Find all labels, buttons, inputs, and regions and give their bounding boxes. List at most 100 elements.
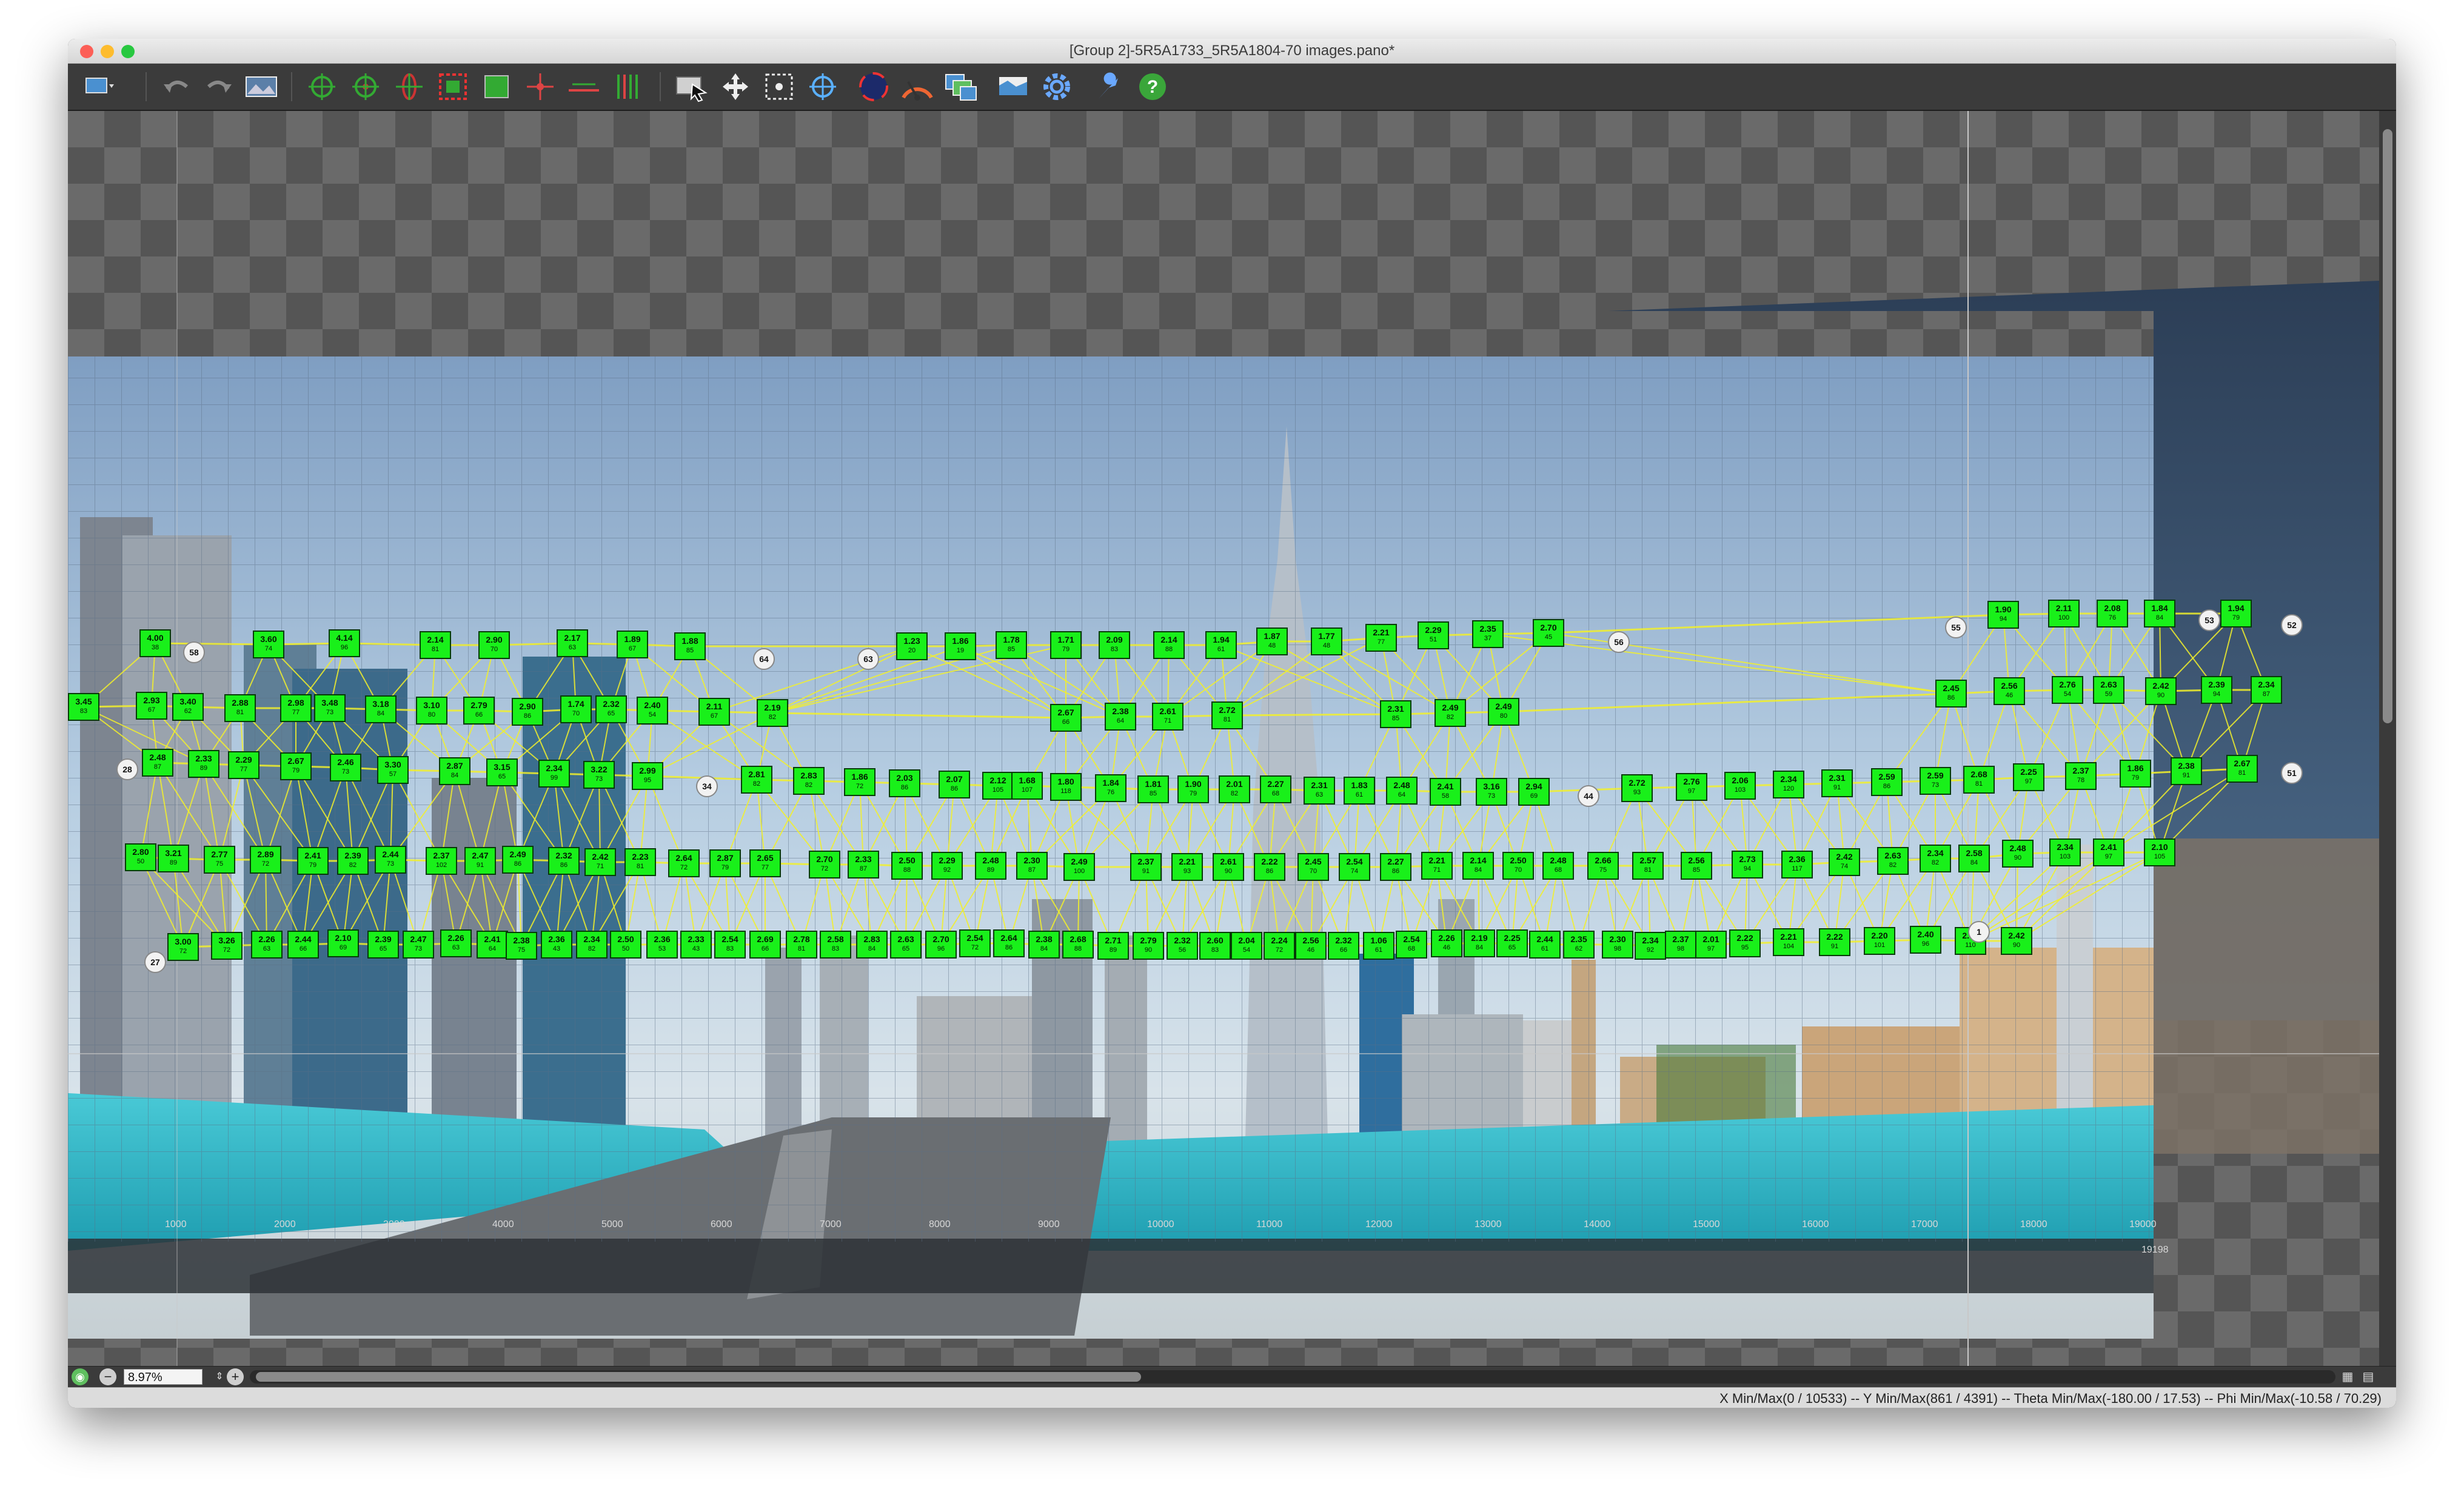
control-point[interactable]: 2.54 72	[959, 929, 991, 957]
vertical-lines-icon[interactable]	[610, 71, 645, 102]
control-point[interactable]: 2.27 68	[1260, 775, 1291, 803]
control-point[interactable]: 2.48 64	[1386, 777, 1418, 805]
control-point[interactable]: 2.32 65	[595, 695, 627, 723]
control-point[interactable]: 2.32 56	[1167, 932, 1198, 960]
control-point[interactable]: 2.73 94	[1732, 851, 1763, 878]
control-point[interactable]: 2.22 86	[1254, 853, 1285, 881]
control-point[interactable]: 1.89 67	[617, 631, 648, 658]
control-point[interactable]: 2.12 105	[982, 772, 1014, 800]
control-point[interactable]: 2.57 81	[1632, 852, 1664, 880]
image-anchor[interactable]: 44	[1578, 785, 1599, 807]
control-point[interactable]: 2.72 93	[1621, 774, 1653, 802]
control-point[interactable]: 1.81 85	[1137, 775, 1169, 803]
control-point[interactable]: 2.07 86	[939, 771, 970, 798]
control-point[interactable]: 2.33 87	[848, 851, 879, 878]
control-point[interactable]: 2.22 95	[1729, 929, 1761, 957]
control-point[interactable]: 2.65 77	[749, 849, 781, 877]
cp-select-icon[interactable]	[435, 71, 470, 102]
control-point[interactable]: 2.70 96	[925, 931, 957, 959]
control-point[interactable]: 1.71 79	[1050, 631, 1082, 659]
control-point[interactable]: 2.87 84	[439, 757, 470, 785]
control-point[interactable]: 2.37 98	[1665, 931, 1696, 959]
control-point[interactable]: 2.67 66	[1050, 704, 1082, 732]
control-point[interactable]: 2.34 92	[1635, 932, 1666, 960]
control-point[interactable]: 2.32 66	[1328, 932, 1359, 960]
control-point[interactable]: 2.39 82	[337, 847, 369, 875]
control-point[interactable]: 2.09 83	[1099, 631, 1130, 659]
control-point[interactable]: 2.67 79	[280, 752, 312, 780]
control-point[interactable]: 3.40 62	[172, 693, 204, 721]
control-point[interactable]: 1.74 70	[560, 695, 592, 723]
control-point[interactable]: 2.38 75	[506, 932, 537, 960]
control-point[interactable]: 2.90 70	[478, 631, 510, 659]
preview-icon[interactable]	[244, 71, 279, 102]
control-point[interactable]: 2.47 91	[464, 847, 496, 875]
control-point[interactable]: 1.90 79	[1177, 775, 1209, 803]
cp-rotate-icon[interactable]	[392, 71, 427, 102]
control-point[interactable]: 1.86 19	[945, 632, 976, 660]
control-point[interactable]: 2.47 73	[403, 931, 434, 959]
control-point[interactable]: 2.36 43	[541, 931, 572, 959]
control-point[interactable]: 2.46 73	[330, 754, 361, 781]
control-point[interactable]: 2.68 88	[1062, 931, 1094, 959]
control-point[interactable]: 1.06 61	[1363, 932, 1394, 960]
control-point[interactable]: 3.00 72	[167, 933, 199, 961]
control-point[interactable]: 2.01 82	[1219, 775, 1250, 803]
redo-icon[interactable]	[201, 71, 236, 102]
control-point[interactable]: 2.70 45	[1533, 619, 1564, 647]
cp-add-icon[interactable]	[304, 71, 340, 102]
control-point[interactable]: 2.11 67	[698, 698, 730, 726]
control-point[interactable]: 2.64 72	[668, 849, 700, 877]
control-point[interactable]: 2.29 92	[931, 852, 963, 880]
control-point[interactable]: 2.68 81	[1963, 766, 1995, 794]
control-point[interactable]: 2.67 81	[2226, 755, 2258, 783]
control-point[interactable]: 2.34 82	[1920, 845, 1951, 872]
list-view-icon[interactable]: ▤	[2360, 1368, 2377, 1385]
control-point[interactable]: 3.60 74	[253, 631, 284, 658]
control-point[interactable]: 2.79 66	[463, 697, 495, 725]
image-anchor[interactable]: 63	[857, 648, 879, 670]
control-point[interactable]: 2.93 67	[136, 692, 167, 720]
control-point[interactable]: 3.48 73	[314, 694, 346, 722]
control-point[interactable]: 2.42 90	[2001, 927, 2032, 955]
control-point[interactable]: 2.58 84	[1958, 845, 1990, 872]
wrench-icon[interactable]	[1091, 71, 1127, 102]
zoom-field[interactable]: 8.97%	[124, 1369, 203, 1385]
zoom-in-button[interactable]: +	[227, 1368, 244, 1385]
control-point[interactable]: 2.35 62	[1563, 931, 1595, 959]
control-point[interactable]: 2.29 51	[1418, 621, 1449, 649]
control-point[interactable]: 2.19 84	[1464, 929, 1495, 957]
panorama-viewport[interactable]: 1000 2000 3000 4000 5000 6000 7000 8000 9000 1000…	[68, 111, 2379, 1366]
control-point[interactable]: 2.50 70	[1502, 852, 1534, 880]
control-point[interactable]: 2.41 64	[477, 931, 508, 959]
control-point[interactable]: 1.87 48	[1256, 628, 1288, 655]
control-point[interactable]: 2.26 63	[251, 931, 283, 959]
control-point[interactable]: 4.00 38	[139, 629, 171, 657]
display-menu-icon[interactable]	[82, 71, 118, 102]
image-anchor[interactable]: 64	[753, 648, 775, 670]
control-point[interactable]: 2.45 70	[1297, 853, 1329, 881]
control-point[interactable]: 2.64 86	[993, 929, 1025, 957]
image-anchor[interactable]: 56	[1608, 631, 1630, 653]
control-point[interactable]: 2.37 102	[426, 847, 457, 875]
move-icon[interactable]	[718, 71, 753, 102]
color-wheel-icon[interactable]	[900, 71, 935, 102]
image-anchor[interactable]: 27	[144, 951, 166, 973]
control-point[interactable]: 2.63 65	[890, 931, 922, 959]
control-point[interactable]: 2.50 50	[610, 931, 641, 959]
center-icon[interactable]	[805, 71, 840, 102]
control-point[interactable]: 2.61 71	[1152, 703, 1183, 731]
control-point[interactable]: 2.79 90	[1133, 932, 1164, 960]
zoom-fit-icon[interactable]: ◉	[72, 1368, 89, 1385]
control-point[interactable]: 1.80 118	[1050, 773, 1082, 801]
control-point[interactable]: 2.20 101	[1864, 927, 1895, 955]
control-point[interactable]: 2.26 63	[440, 929, 472, 957]
control-point[interactable]: 2.22 91	[1819, 928, 1850, 956]
image-anchor[interactable]: 52	[2281, 614, 2303, 636]
control-point[interactable]: 1.84 84	[2144, 600, 2175, 628]
control-point[interactable]: 2.78 81	[786, 931, 817, 959]
control-point[interactable]: 2.42 90	[2145, 677, 2177, 705]
control-point[interactable]: 2.34 99	[538, 760, 570, 788]
control-point[interactable]: 2.40 54	[637, 697, 668, 725]
control-point[interactable]: 3.26 72	[211, 932, 243, 960]
